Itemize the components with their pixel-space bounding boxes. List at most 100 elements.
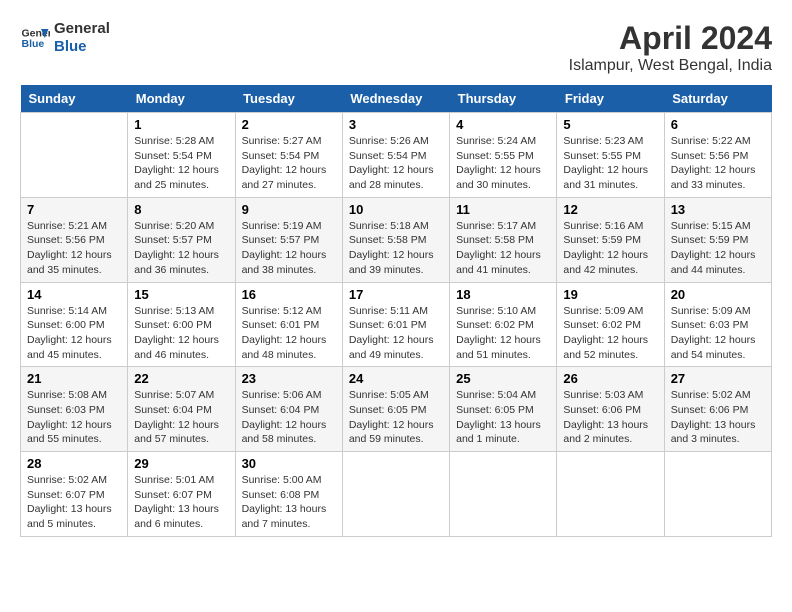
calendar-cell: 23 Sunrise: 5:06 AM Sunset: 6:04 PM Dayli… [235,367,342,452]
week-row-2: 7 Sunrise: 5:21 AM Sunset: 5:56 PM Daylig… [21,197,772,282]
calendar-cell [664,452,771,537]
calendar-cell: 18Sunrise: 5:10 AM Sunset: 6:02 PM Dayli… [450,282,557,367]
day-number: 9 [242,202,336,217]
title-area: April 2024 Islampur, West Bengal, India [569,20,772,75]
day-number: 21 [27,371,121,386]
day-number: 23 [242,371,336,386]
day-number: 30 [242,456,336,471]
logo-line2: Blue [54,38,110,56]
logo: General Blue General Blue [20,20,110,56]
calendar-cell [21,113,128,198]
header-thursday: Thursday [450,85,557,113]
calendar-header-row: SundayMondayTuesdayWednesdayThursdayFrid… [21,85,772,113]
day-number: 17 [349,287,443,302]
day-number: 12 [563,202,657,217]
calendar-cell: 3 Sunrise: 5:26 AM Sunset: 5:54 PM Daylig… [342,113,449,198]
calendar-cell: 19 Sunrise: 5:09 AM Sunset: 6:02 PM Dayli… [557,282,664,367]
day-info: Sunrise: 5:21 AM Sunset: 5:56 PM Dayligh… [27,219,121,278]
day-number: 19 [563,287,657,302]
day-info: Sunrise: 5:12 AM Sunset: 6:01 PM Dayligh… [242,304,336,363]
day-number: 10 [349,202,443,217]
day-info: Sunrise: 5:23 AM Sunset: 5:55 PM Dayligh… [563,134,657,193]
day-info: Sunrise: 5:27 AM Sunset: 5:54 PM Dayligh… [242,134,336,193]
day-number: 20 [671,287,765,302]
header-wednesday: Wednesday [342,85,449,113]
main-title: April 2024 [569,20,772,57]
day-info: Sunrise: 5:20 AM Sunset: 5:57 PM Dayligh… [134,219,228,278]
day-number: 1 [134,117,228,132]
day-number: 8 [134,202,228,217]
day-info: Sunrise: 5:00 AM Sunset: 6:08 PM Dayligh… [242,473,336,532]
header-sunday: Sunday [21,85,128,113]
calendar-cell: 25Sunrise: 5:04 AM Sunset: 6:05 PM Dayli… [450,367,557,452]
day-number: 16 [242,287,336,302]
day-info: Sunrise: 5:17 AM Sunset: 5:58 PM Dayligh… [456,219,550,278]
calendar-cell: 15Sunrise: 5:13 AM Sunset: 6:00 PM Dayli… [128,282,235,367]
day-number: 11 [456,202,550,217]
calendar-cell: 24 Sunrise: 5:05 AM Sunset: 6:05 PM Dayli… [342,367,449,452]
calendar-cell: 7 Sunrise: 5:21 AM Sunset: 5:56 PM Daylig… [21,197,128,282]
calendar-cell: 5 Sunrise: 5:23 AM Sunset: 5:55 PM Daylig… [557,113,664,198]
header-friday: Friday [557,85,664,113]
calendar-cell: 29 Sunrise: 5:01 AM Sunset: 6:07 PM Dayli… [128,452,235,537]
header-tuesday: Tuesday [235,85,342,113]
day-number: 28 [27,456,121,471]
day-number: 2 [242,117,336,132]
day-number: 7 [27,202,121,217]
day-info: Sunrise: 5:15 AM Sunset: 5:59 PM Dayligh… [671,219,765,278]
calendar-cell: 22Sunrise: 5:07 AM Sunset: 6:04 PM Dayli… [128,367,235,452]
calendar-cell: 20 Sunrise: 5:09 AM Sunset: 6:03 PM Dayli… [664,282,771,367]
calendar-cell: 10 Sunrise: 5:18 AM Sunset: 5:58 PM Dayli… [342,197,449,282]
day-info: Sunrise: 5:06 AM Sunset: 6:04 PM Dayligh… [242,388,336,447]
day-number: 13 [671,202,765,217]
day-number: 14 [27,287,121,302]
day-info: Sunrise: 5:09 AM Sunset: 6:03 PM Dayligh… [671,304,765,363]
week-row-5: 28 Sunrise: 5:02 AM Sunset: 6:07 PM Dayli… [21,452,772,537]
day-number: 29 [134,456,228,471]
calendar-cell: 13 Sunrise: 5:15 AM Sunset: 5:59 PM Dayli… [664,197,771,282]
calendar-cell: 4 Sunrise: 5:24 AM Sunset: 5:55 PM Daylig… [450,113,557,198]
calendar-cell: 30 Sunrise: 5:00 AM Sunset: 6:08 PM Dayli… [235,452,342,537]
day-info: Sunrise: 5:02 AM Sunset: 6:07 PM Dayligh… [27,473,121,532]
day-number: 4 [456,117,550,132]
calendar-cell: 2 Sunrise: 5:27 AM Sunset: 5:54 PM Daylig… [235,113,342,198]
day-number: 24 [349,371,443,386]
week-row-4: 21Sunrise: 5:08 AM Sunset: 6:03 PM Dayli… [21,367,772,452]
calendar-cell: 14Sunrise: 5:14 AM Sunset: 6:00 PM Dayli… [21,282,128,367]
day-info: Sunrise: 5:02 AM Sunset: 6:06 PM Dayligh… [671,388,765,447]
calendar-cell [557,452,664,537]
day-info: Sunrise: 5:05 AM Sunset: 6:05 PM Dayligh… [349,388,443,447]
header-monday: Monday [128,85,235,113]
calendar-cell: 8 Sunrise: 5:20 AM Sunset: 5:57 PM Daylig… [128,197,235,282]
day-number: 5 [563,117,657,132]
calendar-cell: 12 Sunrise: 5:16 AM Sunset: 5:59 PM Dayli… [557,197,664,282]
calendar-table: SundayMondayTuesdayWednesdayThursdayFrid… [20,85,772,537]
week-row-1: 1Sunrise: 5:28 AM Sunset: 5:54 PM Daylig… [21,113,772,198]
calendar-cell: 27 Sunrise: 5:02 AM Sunset: 6:06 PM Dayli… [664,367,771,452]
day-info: Sunrise: 5:22 AM Sunset: 5:56 PM Dayligh… [671,134,765,193]
calendar-cell: 17 Sunrise: 5:11 AM Sunset: 6:01 PM Dayli… [342,282,449,367]
day-number: 27 [671,371,765,386]
calendar-cell: 28 Sunrise: 5:02 AM Sunset: 6:07 PM Dayli… [21,452,128,537]
page-header: General Blue General Blue April 2024 Isl… [20,20,772,75]
svg-text:Blue: Blue [22,38,45,50]
calendar-cell: 1Sunrise: 5:28 AM Sunset: 5:54 PM Daylig… [128,113,235,198]
day-info: Sunrise: 5:13 AM Sunset: 6:00 PM Dayligh… [134,304,228,363]
day-info: Sunrise: 5:26 AM Sunset: 5:54 PM Dayligh… [349,134,443,193]
calendar-cell [342,452,449,537]
day-info: Sunrise: 5:01 AM Sunset: 6:07 PM Dayligh… [134,473,228,532]
calendar-cell: 26Sunrise: 5:03 AM Sunset: 6:06 PM Dayli… [557,367,664,452]
day-info: Sunrise: 5:18 AM Sunset: 5:58 PM Dayligh… [349,219,443,278]
header-saturday: Saturday [664,85,771,113]
calendar-cell [450,452,557,537]
day-info: Sunrise: 5:10 AM Sunset: 6:02 PM Dayligh… [456,304,550,363]
calendar-cell: 11 Sunrise: 5:17 AM Sunset: 5:58 PM Dayli… [450,197,557,282]
day-number: 3 [349,117,443,132]
day-number: 26 [563,371,657,386]
day-info: Sunrise: 5:09 AM Sunset: 6:02 PM Dayligh… [563,304,657,363]
day-info: Sunrise: 5:11 AM Sunset: 6:01 PM Dayligh… [349,304,443,363]
day-info: Sunrise: 5:24 AM Sunset: 5:55 PM Dayligh… [456,134,550,193]
day-number: 25 [456,371,550,386]
calendar-cell: 16 Sunrise: 5:12 AM Sunset: 6:01 PM Dayli… [235,282,342,367]
day-info: Sunrise: 5:16 AM Sunset: 5:59 PM Dayligh… [563,219,657,278]
